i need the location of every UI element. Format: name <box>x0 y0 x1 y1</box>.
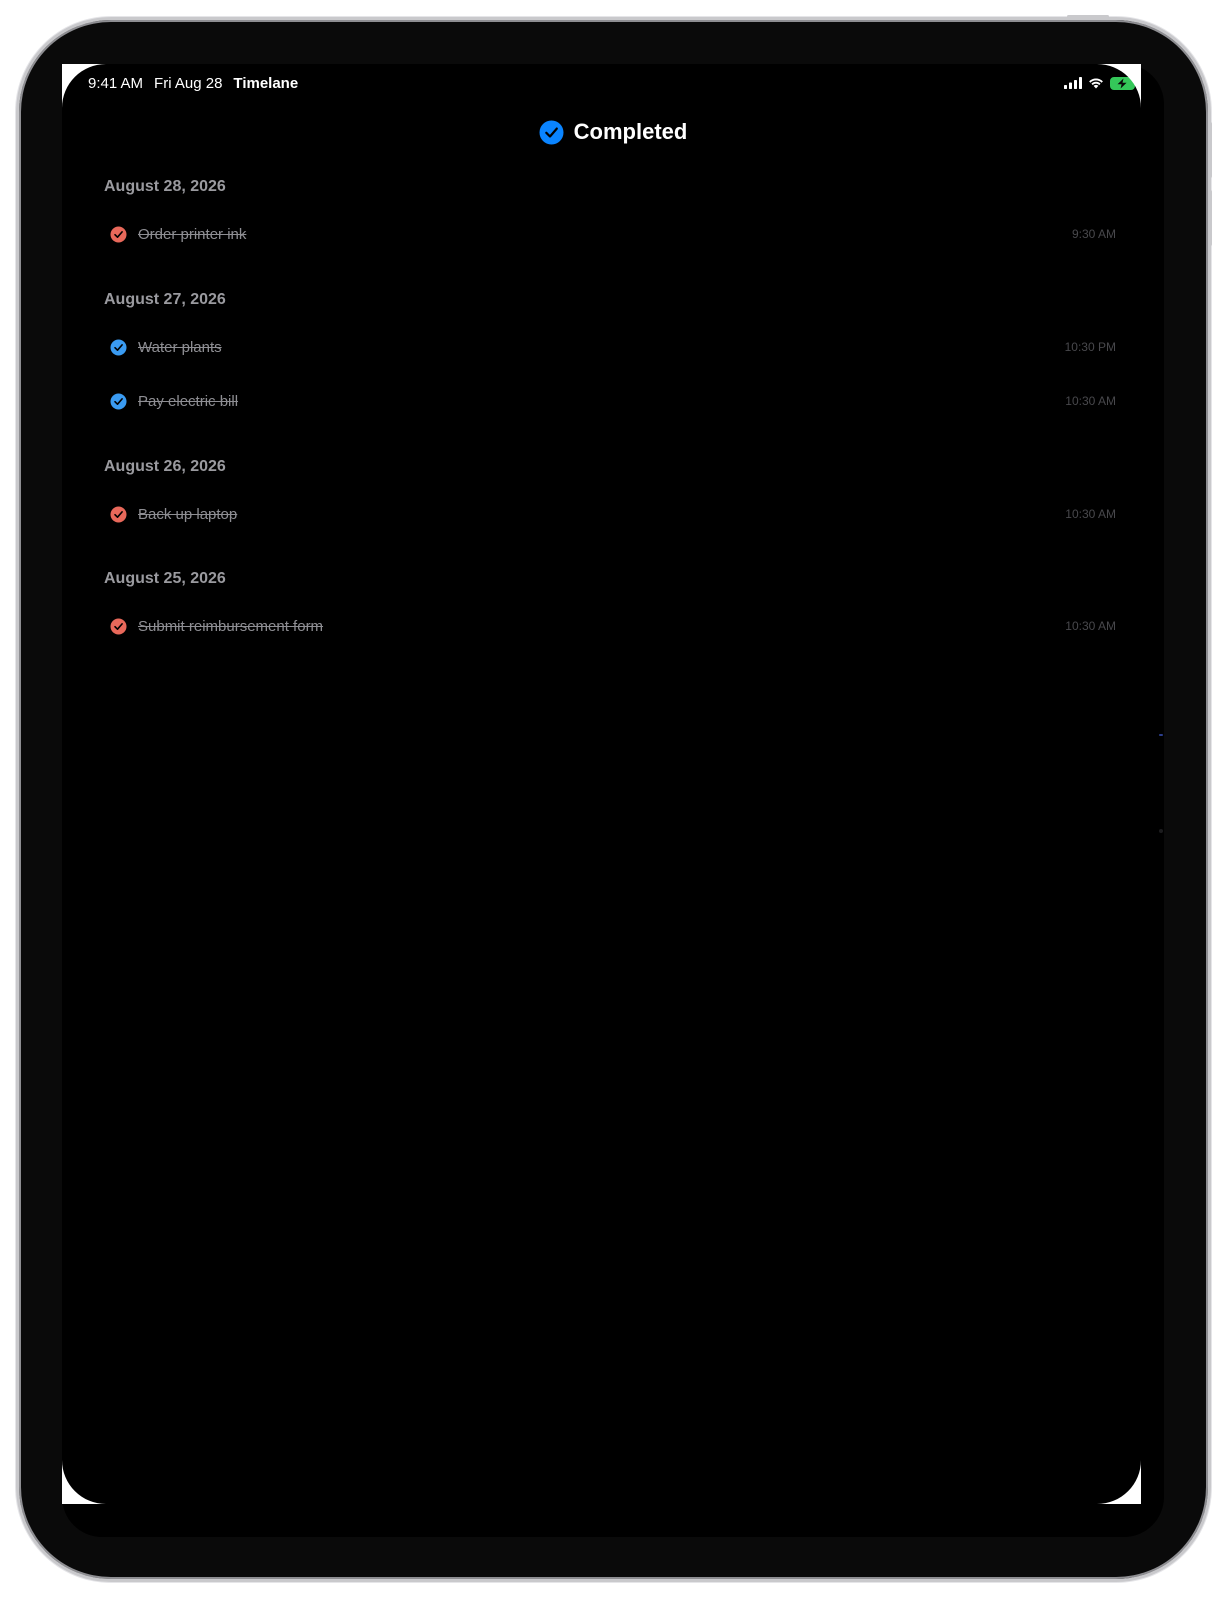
screen: 9:41 AM Fri Aug 28 Timelane Completed Au… <box>62 64 1164 1537</box>
scroll-handle-dot <box>1159 829 1163 833</box>
completed-check-icon[interactable] <box>110 393 127 410</box>
section-date: August 27, 2026 <box>104 291 226 308</box>
date-section: August 27, 2026 Water plants 10:30 PM Pa… <box>104 288 1116 428</box>
screen-corner-top-left <box>62 64 106 108</box>
volume-up-button <box>1208 122 1212 178</box>
status-bar: 9:41 AM Fri Aug 28 Timelane <box>88 73 1138 93</box>
page-title: Completed <box>573 119 688 144</box>
task-title: Pay electric bill <box>138 392 239 410</box>
page-header: Completed <box>62 119 1164 145</box>
date-section: August 28, 2026 Order printer ink 9:30 A… <box>104 175 1116 261</box>
section-date: August 26, 2026 <box>104 458 226 475</box>
completed-check-icon[interactable] <box>110 226 127 243</box>
cellular-signal-icon <box>1064 77 1082 89</box>
screen-corner-top-right <box>1097 64 1141 108</box>
task-time: 10:30 AM <box>1065 619 1116 633</box>
task-row[interactable]: Back up laptop 10:30 AM <box>104 487 1116 541</box>
completed-check-icon[interactable] <box>110 618 127 635</box>
task-time: 10:30 AM <box>1065 507 1116 521</box>
task-title: Submit reimbursement form <box>138 617 324 635</box>
date-section: August 26, 2026 Back up laptop 10:30 AM <box>104 455 1116 541</box>
status-date: Fri Aug 28 <box>154 74 223 92</box>
screen-corner-bottom-right <box>1097 1460 1141 1504</box>
task-time: 10:30 PM <box>1064 340 1116 354</box>
volume-down-button <box>1208 190 1212 246</box>
completed-check-icon[interactable] <box>110 339 127 356</box>
task-time: 9:30 AM <box>1071 227 1116 241</box>
task-row[interactable]: Water plants 10:30 PM <box>104 320 1116 374</box>
task-title: Water plants <box>138 338 222 356</box>
screen-corner-bottom-left <box>62 1460 106 1504</box>
status-app-name: Timelane <box>233 74 299 92</box>
section-date: August 28, 2026 <box>104 178 226 195</box>
task-title: Order printer ink <box>138 225 247 243</box>
section-date: August 25, 2026 <box>104 570 226 587</box>
task-time: 10:30 AM <box>1065 394 1116 408</box>
task-row[interactable]: Pay electric bill 10:30 AM <box>104 374 1116 428</box>
task-title: Back up laptop <box>138 505 238 523</box>
task-row[interactable]: Order printer ink 9:30 AM <box>104 207 1116 261</box>
date-section: August 25, 2026 Submit reimbursement for… <box>104 567 1116 653</box>
top-button <box>1067 15 1109 18</box>
completed-check-icon[interactable] <box>110 506 127 523</box>
scroll-handle[interactable] <box>1159 734 1163 736</box>
checkmark-circle-icon <box>539 120 564 144</box>
task-row[interactable]: Submit reimbursement form 10:30 AM <box>104 599 1116 653</box>
